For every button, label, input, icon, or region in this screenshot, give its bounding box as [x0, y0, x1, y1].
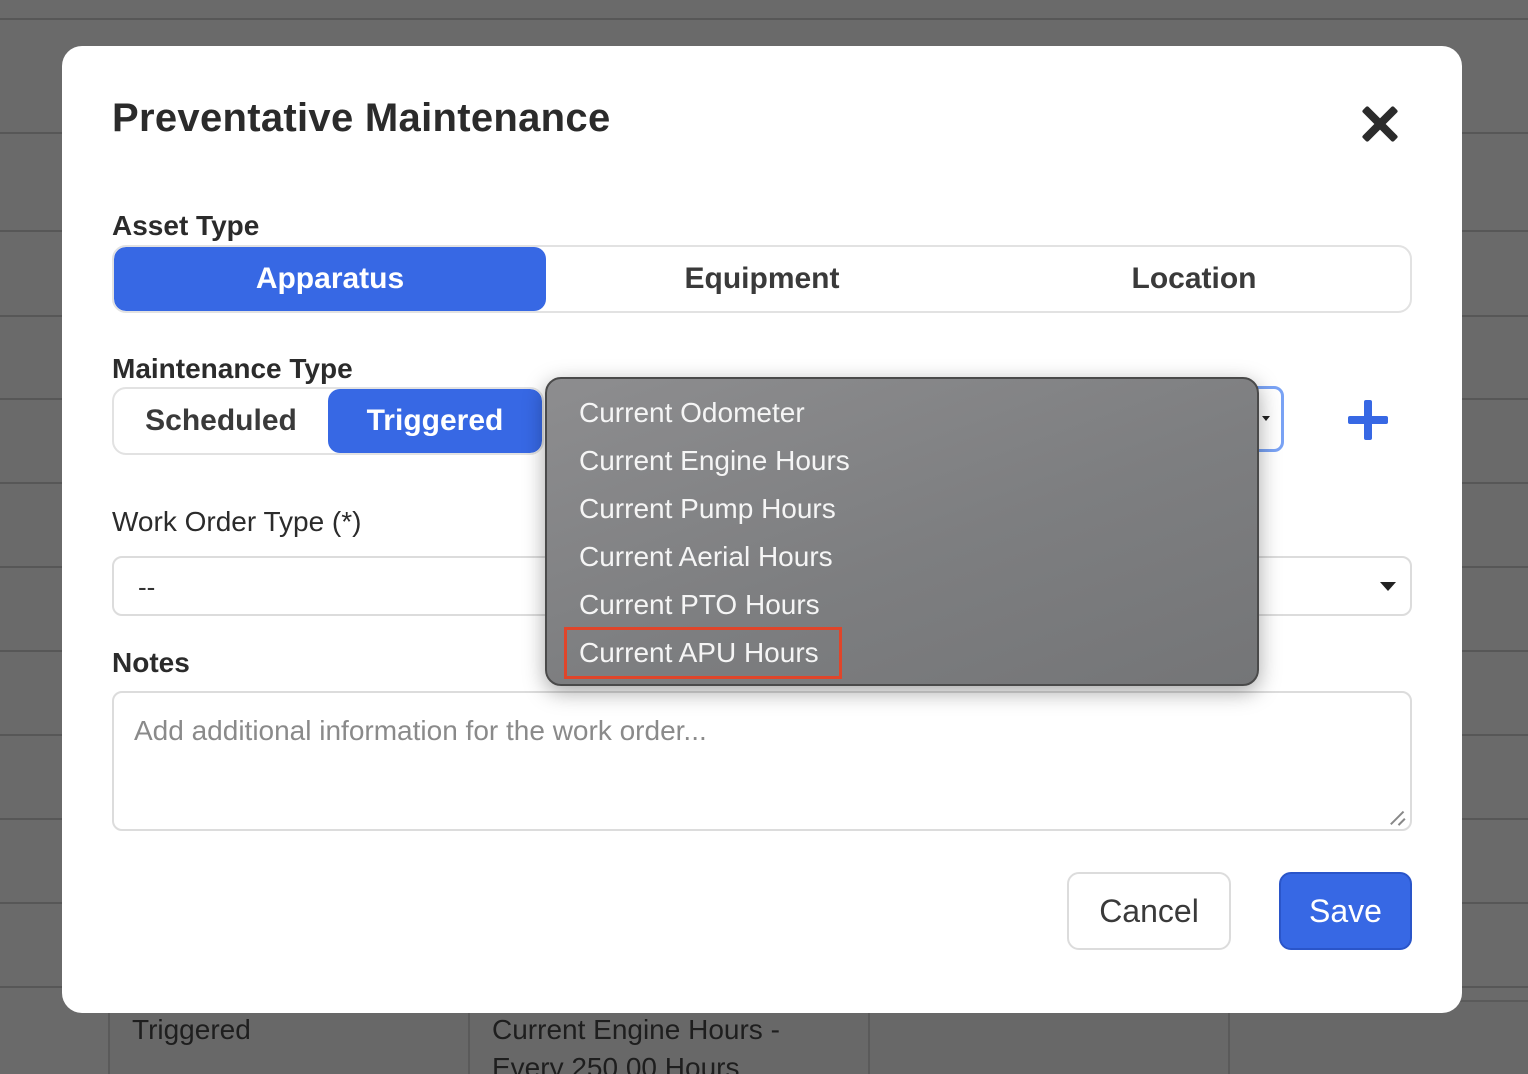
cancel-button[interactable]: Cancel — [1067, 872, 1231, 950]
add-trigger-plus-icon[interactable] — [1348, 400, 1388, 440]
asset-type-equipment[interactable]: Equipment — [546, 247, 978, 311]
table-cell-trigger: Current Engine Hours - — [492, 1014, 780, 1045]
asset-type-apparatus[interactable]: Apparatus — [114, 247, 546, 311]
table-cell-type: Triggered — [132, 1014, 251, 1045]
resize-grip-icon[interactable] — [1390, 810, 1406, 826]
dropdown-item-current-odometer[interactable]: Current Odometer — [579, 397, 805, 429]
chevron-down-icon — [1262, 416, 1270, 421]
divider — [0, 18, 1528, 20]
trigger-dropdown-menu: Current Odometer Current Engine Hours Cu… — [545, 377, 1259, 686]
chevron-down-icon — [1380, 582, 1396, 591]
maintenance-type-label: Maintenance Type — [112, 353, 353, 384]
dropdown-item-current-aerial-hours[interactable]: Current Aerial Hours — [579, 541, 833, 573]
maintenance-type-triggered[interactable]: Triggered — [328, 389, 542, 453]
save-button[interactable]: Save — [1279, 872, 1412, 950]
highlight-box — [564, 627, 842, 679]
asset-type-label: Asset Type — [112, 210, 260, 241]
table-cell-trigger-line2: Every 250.00 Hours — [492, 1052, 740, 1074]
work-order-type-label: Work Order Type (*) — [112, 506, 362, 537]
notes-textarea[interactable] — [112, 691, 1412, 831]
modal-title: Preventative Maintenance — [112, 96, 611, 140]
asset-type-segmented: Apparatus Equipment Location — [112, 245, 1412, 313]
notes-label: Notes — [112, 647, 190, 678]
work-order-type-value: -- — [138, 572, 156, 602]
maintenance-type-segmented: Scheduled Triggered — [112, 387, 544, 455]
dropdown-item-current-pump-hours[interactable]: Current Pump Hours — [579, 493, 836, 525]
close-icon[interactable] — [1360, 104, 1400, 144]
maintenance-type-scheduled[interactable]: Scheduled — [114, 389, 328, 453]
dropdown-item-current-pto-hours[interactable]: Current PTO Hours — [579, 589, 820, 621]
asset-type-location[interactable]: Location — [978, 247, 1410, 311]
dropdown-item-current-engine-hours[interactable]: Current Engine Hours — [579, 445, 850, 477]
